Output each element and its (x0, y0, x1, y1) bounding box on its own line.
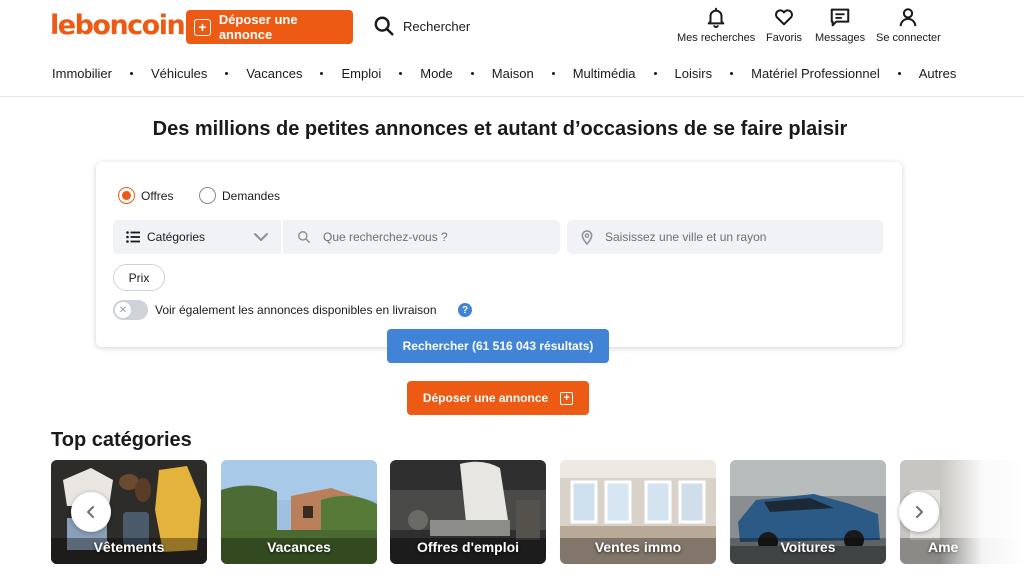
login-link[interactable]: Se connecter (876, 6, 941, 44)
category-card-label: Vêtements (93, 539, 165, 555)
search-icon (298, 231, 311, 244)
radio-unchecked-icon (199, 187, 216, 204)
nav-separator (551, 72, 555, 75)
bell-icon (707, 7, 725, 28)
toggle-off-icon: ✕ (115, 302, 131, 318)
category-card-ventes-immo[interactable]: Ventes immo (560, 460, 716, 564)
nav-separator (399, 72, 403, 75)
nav-separator (470, 72, 474, 75)
category-card-offres-emploi[interactable]: Offres d'emploi (390, 460, 546, 564)
radio-demandes-label: Demandes (222, 188, 281, 203)
chevron-down-icon (254, 233, 268, 241)
nav-separator (225, 72, 229, 75)
nav-item-vehicules[interactable]: Véhicules (151, 66, 207, 81)
nav-item-maison[interactable]: Maison (492, 66, 534, 81)
category-card-label: Ventes immo (594, 539, 682, 555)
category-card-label: Vacances (267, 539, 331, 555)
leboncoin-logo[interactable]: leboncoin (50, 10, 186, 41)
message-icon (830, 8, 850, 27)
post-ad-secondary-label: Déposer une annonce (422, 391, 549, 405)
page-title: Des millions de petites annonces et auta… (152, 118, 848, 140)
nav-item-emploi[interactable]: Emploi (341, 66, 381, 81)
keyword-search-input[interactable]: Que recherchez-vous ? (283, 220, 560, 254)
plus-icon: + (560, 391, 574, 405)
saved-searches-link[interactable]: Mes recherches (677, 6, 755, 44)
nav-separator (653, 72, 657, 75)
location-pin-icon (581, 229, 593, 245)
heart-icon (775, 9, 793, 26)
messages-label: Messages (815, 32, 866, 44)
category-card-label: Voitures (780, 539, 836, 555)
carousel-fade (940, 460, 1024, 564)
carousel-prev-button[interactable] (71, 492, 111, 532)
price-filter-button[interactable]: Prix (113, 264, 165, 291)
login-label: Se connecter (876, 32, 941, 44)
messages-link[interactable]: Messages (815, 6, 865, 44)
delivery-toggle-label: Voir également les annonces disponibles … (155, 303, 437, 317)
user-icon (900, 8, 917, 27)
top-categories-title: Top catégories (51, 429, 192, 451)
category-nav: Immobilier Véhicules Vacances Emploi Mod… (52, 66, 956, 81)
search-link-label: Rechercher (403, 18, 471, 34)
radio-demandes[interactable]: Demandes (199, 187, 280, 204)
nav-item-immobilier[interactable]: Immobilier (52, 66, 112, 81)
favorites-link[interactable]: Favoris (766, 6, 802, 44)
location-input[interactable]: Saisissez une ville et un rayon (567, 220, 883, 254)
nav-separator (730, 72, 734, 75)
site-header: leboncoin + Déposer une annonce Recherch… (0, 0, 1024, 97)
category-select-label: Catégories (147, 230, 206, 244)
keyword-search-placeholder: Que recherchez-vous ? (323, 230, 448, 244)
nav-item-materiel-professionnel[interactable]: Matériel Professionnel (751, 66, 880, 81)
list-icon (126, 231, 140, 243)
chevron-left-icon (87, 506, 94, 518)
carousel-next-button[interactable] (899, 492, 939, 532)
radio-offres[interactable]: Offres (118, 187, 173, 204)
favorites-label: Favoris (766, 32, 803, 44)
category-select[interactable]: Catégories (113, 220, 281, 254)
saved-searches-label: Mes recherches (677, 32, 756, 44)
nav-separator (897, 72, 901, 75)
nav-item-autres[interactable]: Autres (919, 66, 957, 81)
radio-checked-icon (118, 187, 135, 204)
post-ad-button-secondary[interactable]: Déposer une annonce + (407, 381, 589, 415)
nav-item-mode[interactable]: Mode (420, 66, 453, 81)
radio-offres-label: Offres (141, 188, 174, 203)
delivery-toggle[interactable]: ✕ (113, 300, 148, 320)
search-icon (374, 16, 394, 36)
post-ad-button[interactable]: + Déposer une annonce (186, 10, 353, 44)
category-card-voitures[interactable]: Voitures (730, 460, 886, 564)
location-placeholder: Saisissez une ville et un rayon (605, 230, 767, 244)
search-submit-button[interactable]: Rechercher (61 516 043 résultats) (387, 329, 609, 363)
nav-item-vacances[interactable]: Vacances (246, 66, 302, 81)
help-icon[interactable]: ? (458, 303, 472, 317)
category-card-vacances[interactable]: Vacances (221, 460, 377, 564)
nav-separator (129, 72, 133, 75)
category-card-label: Offres d'emploi (416, 539, 520, 555)
post-ad-label: Déposer une annonce (218, 12, 298, 42)
plus-icon: + (194, 18, 211, 36)
search-link[interactable]: Rechercher (373, 15, 470, 37)
nav-separator (320, 72, 324, 75)
nav-item-multimedia[interactable]: Multimédia (573, 66, 636, 81)
nav-item-loisirs[interactable]: Loisirs (675, 66, 713, 81)
chevron-right-icon (916, 506, 923, 518)
